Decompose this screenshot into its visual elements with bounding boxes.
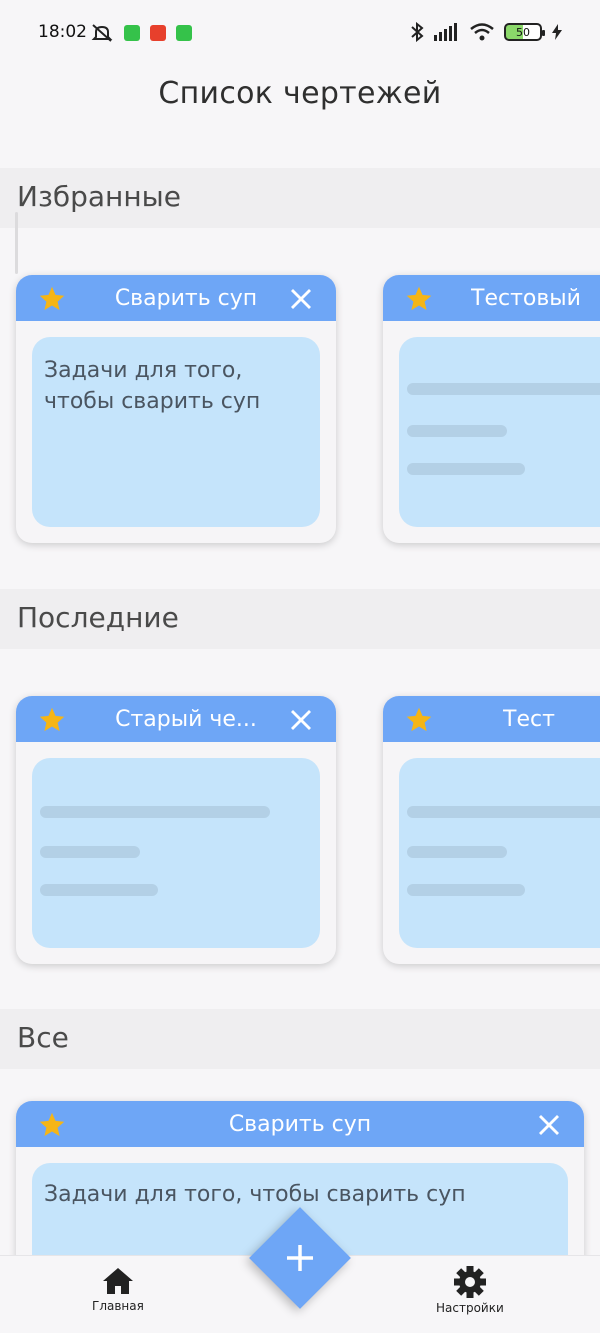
star-icon[interactable] [38,1111,66,1139]
status-bar: 18:02 50 [0,0,600,66]
settings-icon [453,1266,486,1298]
section-all: Все [0,1009,600,1069]
card-title: Тестовый [471,286,581,311]
skeleton-line [407,383,600,395]
battery-icon: 50 [504,23,545,41]
mute-icon [91,24,113,42]
card-preview [399,758,600,948]
skeleton-line [407,806,600,818]
close-icon[interactable] [538,1114,560,1136]
star-icon[interactable] [405,706,433,734]
skeleton-line [40,846,140,858]
home-icon [102,1268,133,1294]
blueprint-card[interactable]: Старый че... [16,696,336,964]
card-title: Старый че... [115,707,257,732]
blueprint-card[interactable]: Тестовый [383,275,600,543]
card-description: Задачи для того, чтобы сварить суп [44,358,261,414]
card-title: Тест [503,707,555,732]
skeleton-line [407,884,525,896]
bluetooth-icon [411,22,424,42]
signal-icon [434,23,457,41]
card-header: Сварить суп [16,1101,584,1147]
page-title: Список чертежей [158,76,442,111]
skeleton-line [407,463,525,475]
card-title: Сварить суп [114,286,258,311]
add-icon[interactable] [281,1239,319,1277]
card-description: Задачи для того, чтобы сварить суп [44,1182,466,1207]
star-icon[interactable] [38,706,66,734]
nav-home[interactable]: Главная [92,1266,144,1313]
close-icon[interactable] [290,288,312,310]
status-system-icons: 50 [410,22,562,42]
status-notification-icons [90,23,192,43]
nav-settings[interactable]: Настройки [436,1266,504,1315]
card-header: Сварить суп [16,275,336,321]
section-recent: Последние [0,589,600,649]
card-preview [32,758,320,948]
blueprint-card[interactable]: Сварить суп Задачи для того, чтобы свари… [16,275,336,543]
skeleton-line [407,846,507,858]
section-title: Все [17,1021,69,1054]
nav-settings-label: Настройки [436,1301,504,1315]
card-preview: Задачи для того, чтобы сварить суп [32,337,320,527]
skeleton-line [40,806,270,818]
card-title: Сварить суп [228,1112,372,1137]
app-icon [176,25,192,41]
scroll-indicator [15,212,18,274]
blueprint-card[interactable]: Тест [383,696,600,964]
close-icon[interactable] [290,709,312,731]
star-icon[interactable] [405,285,433,313]
card-header: Тест [383,696,600,742]
wifi-icon [470,23,494,41]
gif-icon [150,25,166,41]
skeleton-line [40,884,158,896]
star-icon[interactable] [38,285,66,313]
status-time: 18:02 [38,22,87,42]
section-title: Последние [17,601,179,634]
app-icon [124,25,140,41]
section-title: Избранные [17,180,181,213]
card-header: Тестовый [383,275,600,321]
nav-home-label: Главная [92,1299,144,1313]
card-preview [399,337,600,527]
card-header: Старый че... [16,696,336,742]
skeleton-line [407,425,507,437]
section-favorites: Избранные [0,168,600,228]
charging-icon [552,24,562,40]
